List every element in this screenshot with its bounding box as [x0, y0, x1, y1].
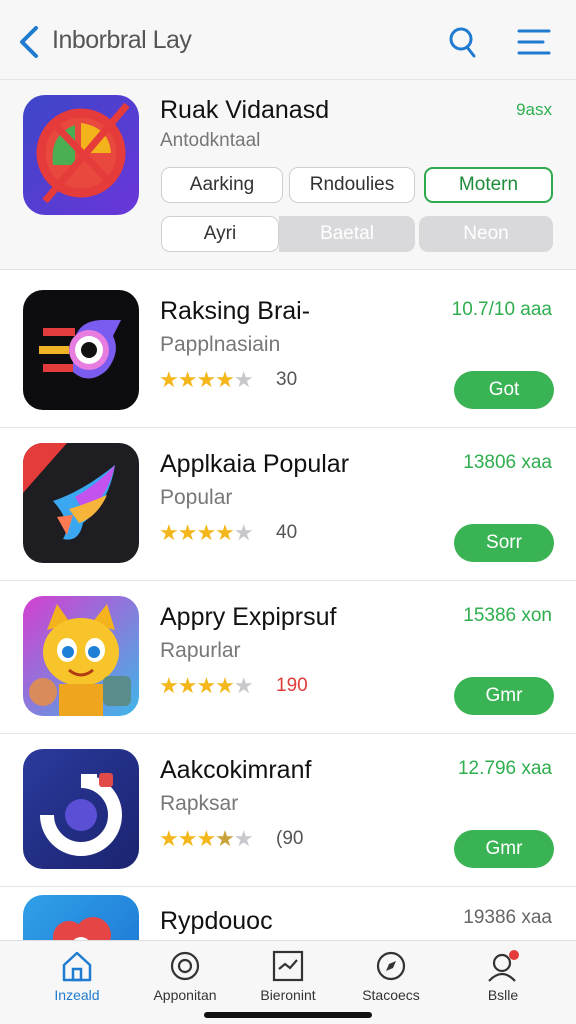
back-chevron-icon[interactable]	[16, 24, 46, 60]
list-item[interactable]: Appry Expiprsuf Rapurlar ★★★★★ 190 15386…	[0, 581, 576, 734]
list-item[interactable]: Aakcokimranf Rapksar ★★★★★ (90 12.796 xa…	[0, 734, 576, 887]
tab-label: Bieronint	[260, 987, 316, 1003]
chip-baetal[interactable]: Baetal	[279, 216, 415, 252]
tab-label: Inzeald	[54, 987, 100, 1003]
camera-logo-icon	[40, 773, 122, 856]
menu-icon[interactable]	[515, 26, 553, 58]
app-category: Rapurlar	[160, 639, 241, 662]
chip-ayri[interactable]: Ayri	[161, 216, 279, 252]
app-name: Applkaia Popular	[160, 450, 350, 478]
top-nav-bar: Inborbral Lay	[0, 0, 576, 80]
app-name: Appry Expiprsuf	[160, 603, 337, 631]
rating-count: 190	[276, 675, 308, 696]
app-icon[interactable]	[23, 895, 139, 940]
bird-logo-icon	[23, 443, 115, 540]
featured-app-title: Ruak Vidanasd	[160, 96, 330, 124]
page-title: Inborbral Lay	[52, 26, 192, 54]
app-name: Aakcokimranf	[160, 756, 312, 784]
profile-icon	[488, 950, 519, 982]
app-name: Raksing Brai-	[160, 297, 311, 325]
target-icon	[170, 951, 200, 981]
tab-apps[interactable]: Apponitan	[130, 949, 240, 1013]
app-icon[interactable]	[23, 749, 139, 869]
rating-stars: ★★★★★	[159, 520, 254, 545]
chip-ranking[interactable]: Aarking	[161, 167, 283, 203]
app-category: Popular	[160, 486, 233, 509]
featured-app-badge: 9asx	[516, 100, 552, 119]
app-category: Papplnasiain	[160, 333, 281, 356]
tab-charts[interactable]: Bieronint	[233, 949, 343, 1013]
home-icon	[62, 951, 92, 982]
rating-stars: ★★★★★	[159, 826, 254, 851]
compass-icon	[376, 951, 406, 981]
tab-label: Bslle	[487, 987, 519, 1003]
get-button[interactable]: Sorr	[454, 524, 554, 562]
app-size: 10.7/10 aaa	[451, 299, 552, 320]
tab-home[interactable]: Inzeald	[22, 949, 132, 1013]
list-item[interactable]: Rypdouoc 19386 xaa	[0, 887, 576, 940]
tab-label: Stacoecs	[362, 987, 420, 1003]
app-icon[interactable]	[23, 290, 139, 410]
chip-motern[interactable]: Motern	[424, 167, 553, 203]
rating-count: (90	[276, 828, 304, 849]
app-icon[interactable]	[23, 596, 139, 716]
list-item[interactable]: Raksing Brai- Papplnasiain ★★★★★ 30 10.7…	[0, 275, 576, 428]
rating-stars: ★★★★★	[159, 673, 254, 698]
get-button[interactable]: Gmr	[454, 677, 554, 715]
cat-mascot-icon	[29, 604, 131, 716]
app-size: 12.796 xaa	[457, 758, 552, 779]
chip-rndoulies[interactable]: Rndoulies	[289, 167, 415, 203]
eye-logo-icon	[39, 320, 121, 379]
chip-neon[interactable]: Neon	[419, 216, 553, 252]
list-item[interactable]: Applkaia Popular Popular ★★★★★ 40 13806 …	[0, 428, 576, 581]
tab-profile[interactable]: Bslle	[448, 949, 558, 1013]
app-category: Rapksar	[160, 792, 239, 815]
get-button[interactable]: Gmr	[454, 830, 554, 868]
app-name: Rypdouoc	[160, 907, 273, 935]
featured-app-subtitle: Antodkntaal	[160, 130, 261, 151]
tab-search[interactable]: Stacoecs	[336, 949, 446, 1013]
featured-app-card[interactable]: Ruak Vidanasd Antodkntaal 9asx Aarking R…	[0, 80, 576, 270]
no-sign-icon	[36, 102, 130, 204]
rating-count: 40	[276, 522, 298, 543]
app-size: 15386 xon	[463, 605, 552, 626]
rating-stars: ★★★★★	[159, 367, 254, 392]
cloud-logo-icon	[53, 917, 111, 940]
app-size: 13806 xaa	[463, 452, 552, 473]
search-icon[interactable]	[443, 24, 479, 60]
app-icon[interactable]	[23, 443, 139, 563]
featured-app-icon[interactable]	[23, 95, 139, 215]
home-indicator	[204, 1012, 372, 1018]
chart-icon	[272, 950, 304, 982]
get-button[interactable]: Got	[454, 371, 554, 409]
tab-label: Apponitan	[153, 987, 217, 1003]
app-size: 19386 xaa	[463, 907, 552, 928]
rating-count: 30	[276, 369, 298, 390]
